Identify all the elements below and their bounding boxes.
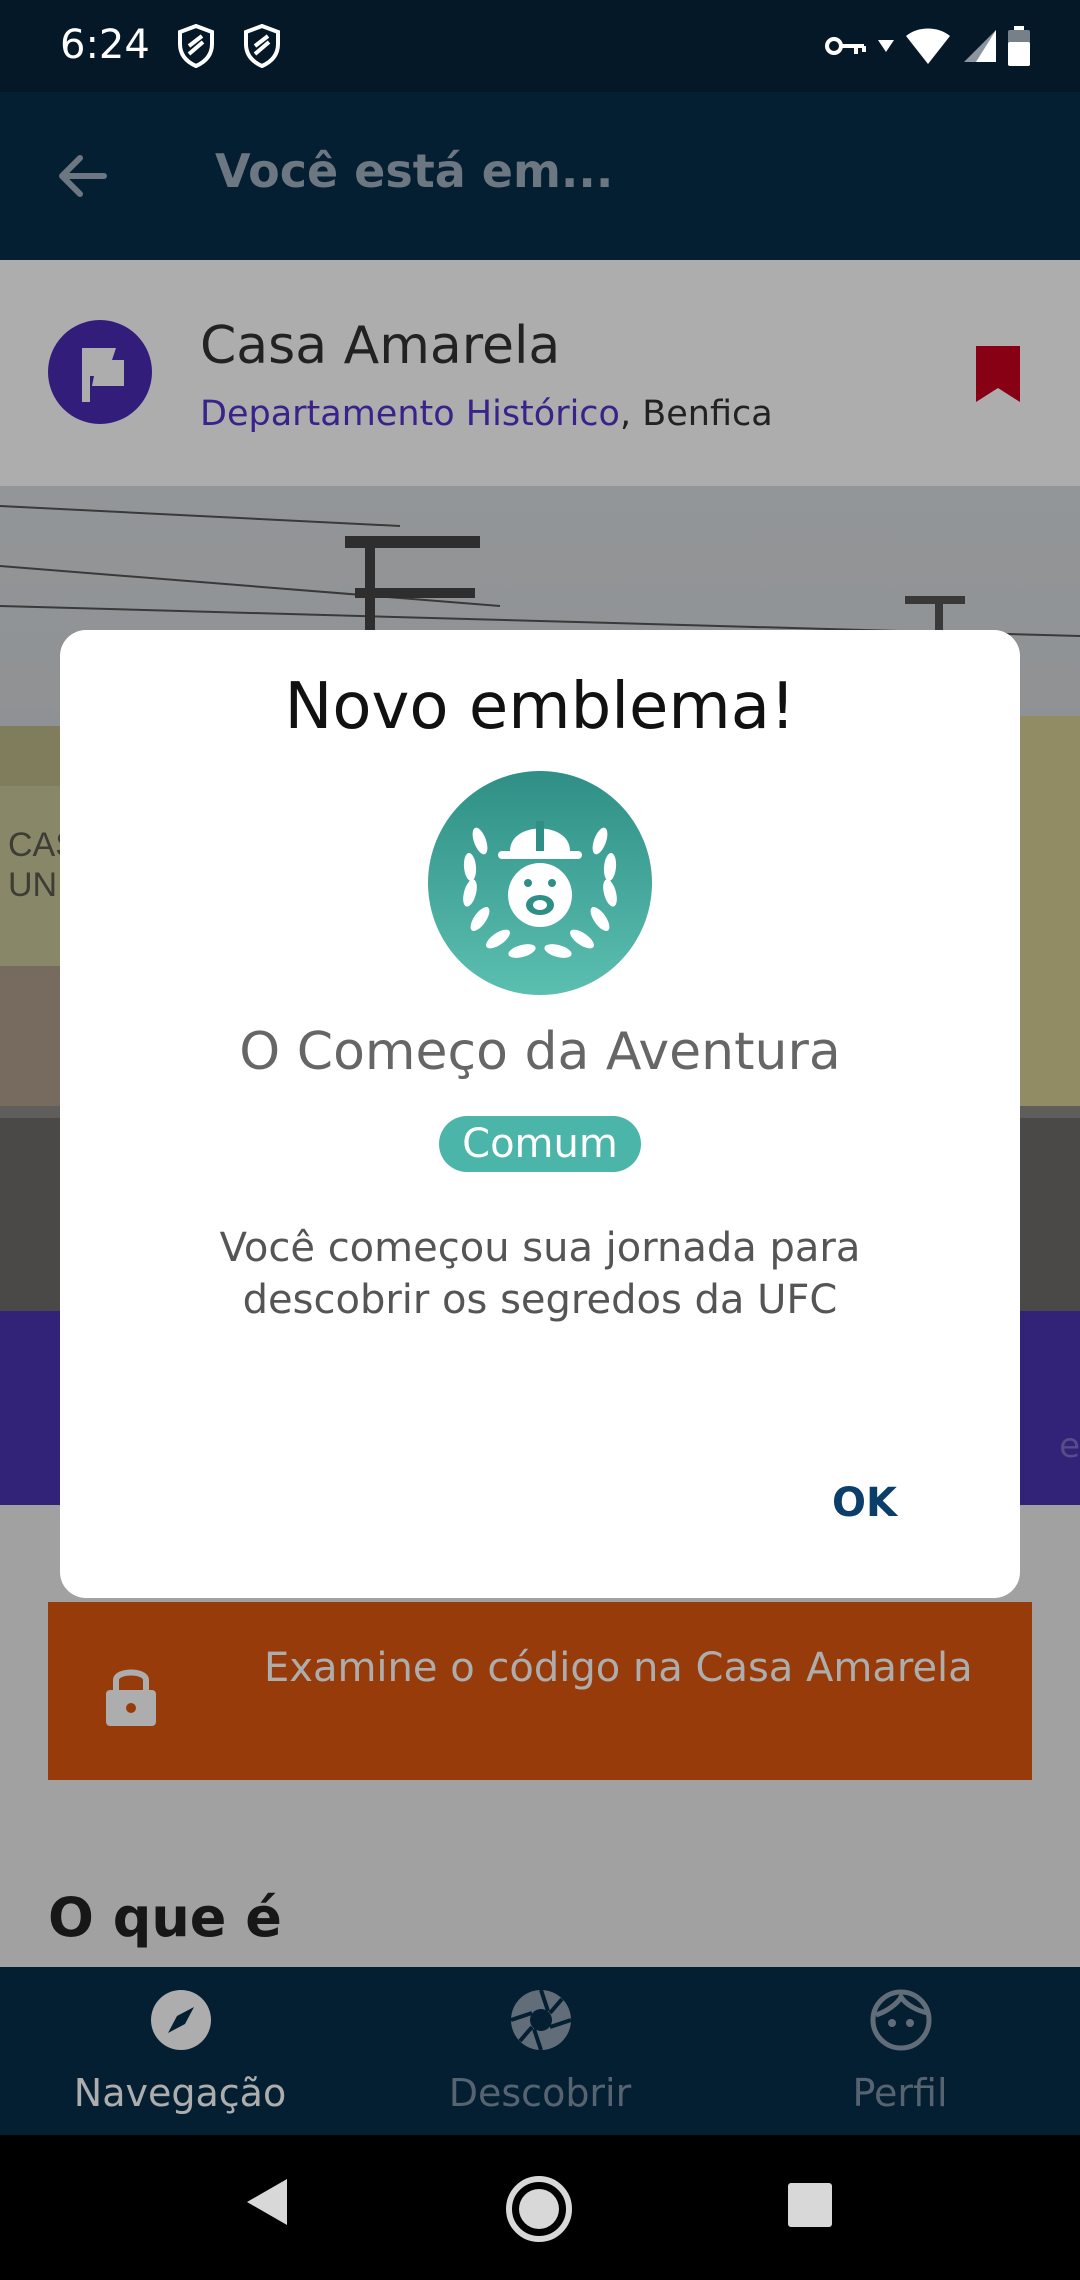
system-back-icon[interactable] xyxy=(245,2177,289,2227)
shield-icon xyxy=(244,24,280,68)
system-recents-icon[interactable] xyxy=(786,2181,834,2229)
explorer-badge-icon xyxy=(428,771,652,995)
status-icons xyxy=(824,26,1030,66)
system-home-icon[interactable] xyxy=(505,2175,573,2243)
system-navigation-bar xyxy=(0,2135,1080,2280)
status-bar: 6:24 xyxy=(0,0,1080,92)
dialog-title: Novo emblema! xyxy=(284,670,796,744)
status-time: 6:24 xyxy=(60,22,150,68)
new-badge-dialog: Novo emblema! O Começo da Aventura Comum… xyxy=(60,630,1020,1598)
data-arrow-icon xyxy=(878,40,894,52)
badge-name: O Começo da Aventura xyxy=(239,1022,841,1082)
signal-icon xyxy=(964,30,996,62)
wifi-icon xyxy=(906,28,950,64)
rarity-badge: Comum xyxy=(439,1116,641,1172)
badge-description: Você começou sua jornada para descobrir … xyxy=(219,1225,861,1323)
shield-icon xyxy=(178,24,214,68)
ok-button[interactable]: OK xyxy=(820,1474,909,1532)
vpn-key-icon xyxy=(825,37,866,55)
battery-icon xyxy=(1008,26,1030,66)
